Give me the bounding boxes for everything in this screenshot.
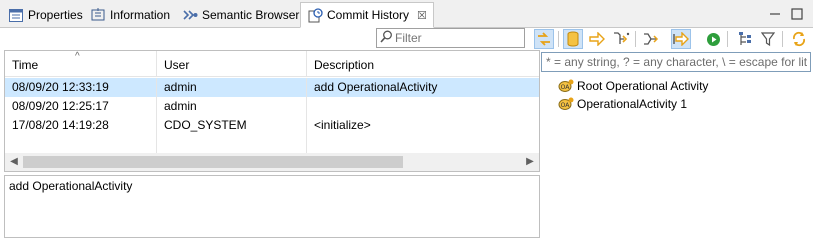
information-icon [90, 7, 106, 23]
commit-history-toolbar [0, 28, 813, 50]
table-row[interactable]: 08/09/20 12:33:19 admin add OperationalA… [5, 78, 539, 97]
description-cell: <initialize> [314, 118, 371, 132]
database-icon [567, 31, 579, 47]
scrollbar-thumb[interactable] [23, 156, 403, 168]
merge-button[interactable] [641, 29, 661, 49]
run-button[interactable] [703, 29, 723, 49]
tree-icon [738, 31, 751, 45]
table-row[interactable]: 17/08/20 14:19:28 CDO_SYSTEM <initialize… [5, 116, 539, 135]
time-cell: 17/08/20 14:19:28 [5, 116, 157, 135]
branch-icon [614, 32, 630, 44]
play-icon [706, 32, 720, 46]
refresh-icon [792, 31, 806, 47]
minimize-icon[interactable] [768, 7, 782, 21]
tree-item-label: Root Operational Activity [577, 79, 709, 93]
toolbar-separator [558, 31, 559, 47]
column-header-time[interactable]: ^ Time [5, 51, 157, 77]
svg-text:OA: OA [561, 84, 571, 91]
commit-history-view: ^ Time User Description 08/09/20 12:33:1… [0, 50, 813, 240]
filter-button[interactable] [758, 29, 778, 49]
tree-filter-input[interactable]: * = any string, ? = any character, \ = e… [541, 52, 811, 72]
column-header-description[interactable]: Description [307, 51, 539, 77]
user-cell: admin [157, 78, 307, 97]
time-cell: 08/09/20 12:33:19 [5, 78, 157, 97]
sort-ascending-icon: ^ [75, 51, 80, 62]
tab-label: Information [110, 8, 171, 22]
commit-detail-text[interactable]: add OperationalActivity [4, 175, 540, 238]
tab-label: Properties [28, 8, 83, 22]
tab-commit-history[interactable]: Commit History ☒ [300, 2, 434, 28]
user-cell: CDO_SYSTEM [157, 116, 307, 135]
tree-item[interactable]: OA OperationalActivity 1 [558, 95, 687, 113]
search-icon [380, 30, 393, 46]
tab-label: Commit History [327, 8, 410, 22]
link-with-editor-button[interactable] [534, 29, 554, 49]
next-arrow-icon [673, 32, 689, 46]
scroll-left-icon[interactable]: ◀ [5, 153, 23, 171]
tab-information[interactable]: Information [84, 3, 176, 27]
commit-table: ^ Time User Description 08/09/20 12:33:1… [4, 50, 540, 172]
branch-button[interactable] [611, 29, 631, 49]
repository-button[interactable] [563, 29, 583, 49]
forward-button[interactable] [587, 29, 607, 49]
semantic-browser-icon [182, 7, 198, 23]
time-cell: 08/09/20 12:25:17 [5, 97, 157, 116]
toolbar-separator [782, 31, 783, 47]
table-header: ^ Time User Description [5, 51, 539, 77]
tab-label: Semantic Browser [202, 8, 300, 22]
tree-item[interactable]: OA Root Operational Activity [558, 77, 708, 95]
column-header-user[interactable]: User [157, 51, 307, 77]
user-cell: admin [157, 97, 307, 116]
filter-input[interactable] [395, 31, 515, 45]
svg-text:OA: OA [561, 102, 571, 109]
table-row[interactable]: 08/09/20 12:25:17 admin [5, 97, 539, 116]
description-cell: add OperationalActivity [314, 80, 438, 94]
operational-activity-icon: OA [558, 79, 574, 92]
scroll-right-icon[interactable]: ▶ [521, 153, 539, 171]
merge-icon [644, 33, 659, 45]
operational-activity-icon: OA [558, 97, 574, 110]
toolbar-separator [727, 31, 728, 47]
refresh-button[interactable] [789, 29, 809, 49]
horizontal-scrollbar[interactable]: ◀ ▶ [5, 153, 539, 171]
commit-history-icon [307, 7, 323, 23]
table-row-empty [5, 135, 539, 154]
description-cell [307, 97, 539, 116]
view-tab-bar: Properties Information Semantic Browser … [0, 0, 813, 28]
filter-field[interactable] [376, 28, 525, 48]
properties-icon [8, 7, 24, 23]
close-tab-icon[interactable]: ☒ [417, 9, 427, 22]
tab-properties[interactable]: Properties [2, 3, 89, 27]
toolbar-separator [635, 31, 636, 47]
show-next-button[interactable] [671, 29, 691, 49]
link-icon [538, 32, 550, 46]
commit-content-tree: * = any string, ? = any character, \ = e… [541, 50, 813, 240]
tree-item-label: OperationalActivity 1 [577, 97, 688, 111]
maximize-icon[interactable] [790, 7, 804, 21]
tree-view-button[interactable] [735, 29, 755, 49]
arrow-right-icon [589, 32, 605, 46]
funnel-icon [761, 31, 775, 46]
tab-semantic-browser[interactable]: Semantic Browser [176, 3, 305, 27]
